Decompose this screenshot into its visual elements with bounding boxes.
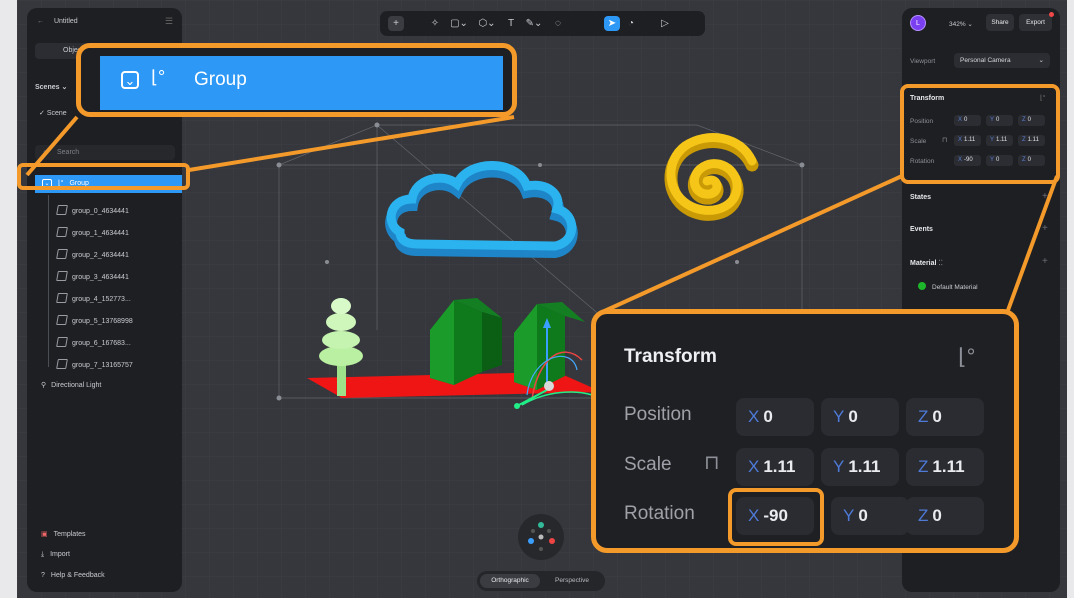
lock-icon: ⊓ [704, 452, 720, 474]
zoom-scale-z: Z 1.11 [906, 448, 984, 486]
zoom-position-y: Y0 [821, 398, 899, 436]
zoom-scale-x: X 1.11 [736, 448, 814, 486]
zoom-rotation-label: Rotation [624, 503, 695, 524]
group-icon: ⌊° [151, 67, 166, 87]
zoom-scale-y: Y 1.11 [821, 448, 899, 486]
app-window: + ✧ ▢⌄ ⬡⌄ T ✎⌄ ◌ ➤ ◔ ▷ ← Untitled ☰ Obje… [17, 0, 1067, 598]
zoom-transform-title: Transform [624, 346, 717, 367]
zoom-group-label: Group [194, 69, 247, 90]
tree-selection-highlight [17, 163, 190, 190]
zoom-rotation-y: Y0 [831, 497, 909, 535]
rotation-x-highlight [728, 488, 824, 546]
zoom-position-z: Z0 [906, 398, 984, 436]
zoom-callout-transform: Transform ⌊° Position X0 Y0 Z0 Scale ⊓ X… [591, 309, 1019, 553]
zoom-callout-group: ⌄ ⌊° Group [76, 43, 517, 117]
chevron-down-icon: ⌄ [121, 71, 139, 89]
zoom-position-label: Position [624, 404, 692, 425]
zoom-position-x: X0 [736, 398, 814, 436]
zoom-scale-label: Scale [624, 454, 672, 475]
group-icon: ⌊° [958, 344, 976, 369]
zoom-rotation-z: Z0 [906, 497, 984, 535]
